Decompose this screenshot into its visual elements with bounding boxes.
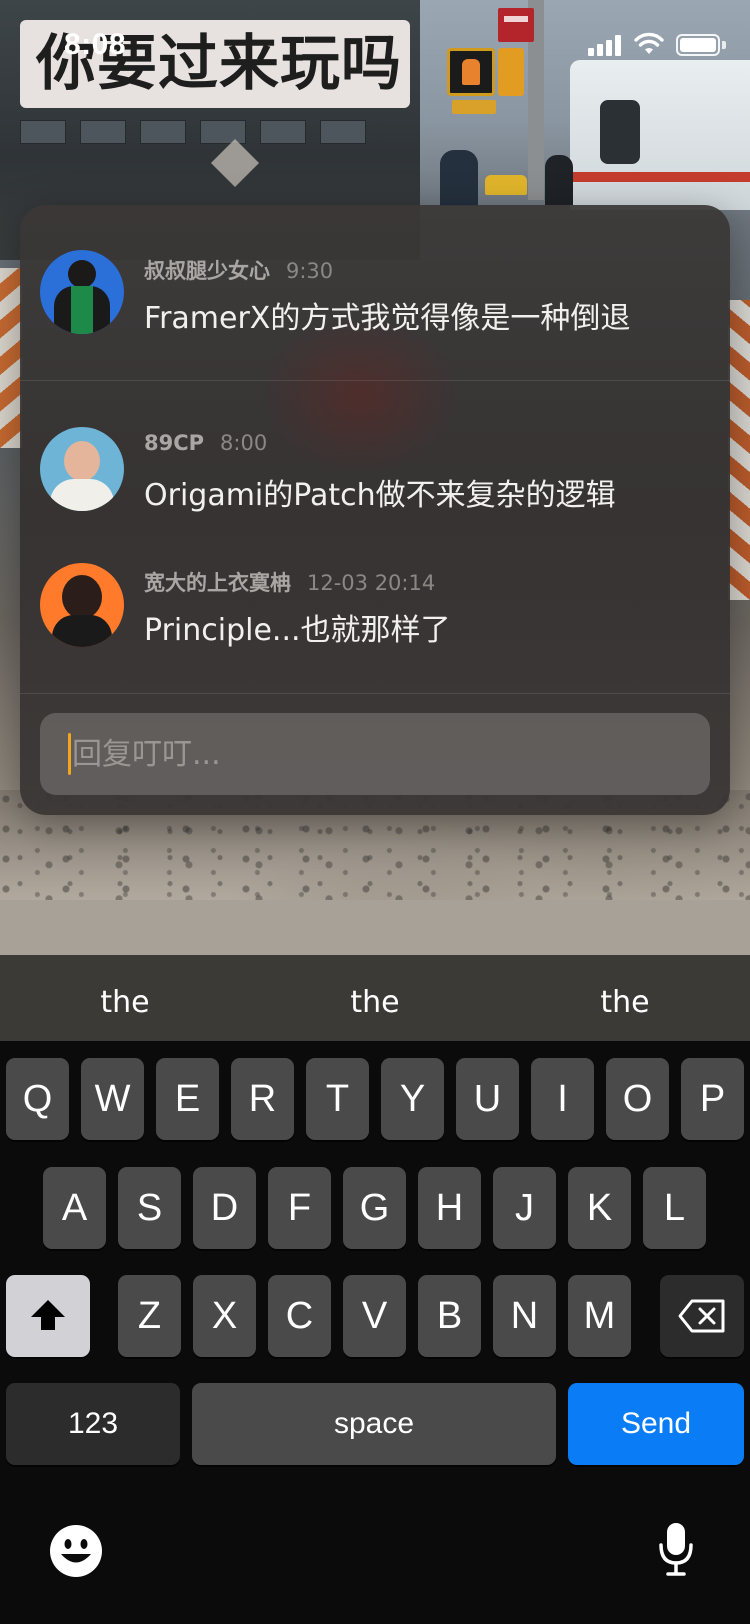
key-p[interactable]: P	[681, 1058, 744, 1140]
comment-author[interactable]: 叔叔腿少女心	[144, 259, 270, 283]
key-g[interactable]: G	[343, 1167, 406, 1249]
reply-field[interactable]	[40, 713, 710, 795]
key-h[interactable]: H	[418, 1167, 481, 1249]
numbers-key[interactable]: 123	[6, 1383, 180, 1465]
key-i[interactable]: I	[531, 1058, 594, 1140]
avatar[interactable]	[40, 563, 124, 647]
comment-time: 12-03 20:14	[307, 571, 436, 595]
key-w[interactable]: W	[81, 1058, 144, 1140]
backspace-key[interactable]	[660, 1275, 744, 1357]
emoji-icon[interactable]	[48, 1523, 104, 1579]
avatar[interactable]	[40, 427, 124, 511]
key-l[interactable]: L	[643, 1167, 706, 1249]
barrier	[728, 300, 750, 600]
suggestion-item[interactable]: the	[500, 955, 750, 1041]
key-j[interactable]: J	[493, 1167, 556, 1249]
backspace-icon	[678, 1299, 725, 1333]
key-k[interactable]: K	[568, 1167, 631, 1249]
shift-icon	[31, 1300, 65, 1330]
space-key[interactable]: space	[192, 1383, 556, 1465]
key-u[interactable]: U	[456, 1058, 519, 1140]
wifi-icon	[634, 32, 664, 54]
key-d[interactable]: D	[193, 1167, 256, 1249]
taxi	[485, 175, 527, 195]
avatar[interactable]	[40, 250, 124, 334]
comment-card: 叔叔腿少女心 9:30 FramerX的方式我觉得像是一种倒退 89CP 8:00 …	[20, 205, 730, 815]
shift-key[interactable]	[6, 1275, 90, 1357]
key-q[interactable]: Q	[6, 1058, 69, 1140]
comment-text: Principle...也就那样了	[144, 613, 451, 648]
keyboard: the the the QWERTYUIOP ASDFGHJKL ZXCVBNM 1…	[0, 955, 750, 1624]
barrier	[0, 268, 22, 448]
photo-bottom-strip	[0, 900, 750, 955]
text-caret	[68, 733, 71, 775]
key-n[interactable]: N	[493, 1275, 556, 1357]
key-a[interactable]: A	[43, 1167, 106, 1249]
key-c[interactable]: C	[268, 1275, 331, 1357]
key-y[interactable]: Y	[381, 1058, 444, 1140]
key-b[interactable]: B	[418, 1275, 481, 1357]
key-v[interactable]: V	[343, 1275, 406, 1357]
pedestrian	[440, 150, 478, 206]
key-e[interactable]: E	[156, 1058, 219, 1140]
comment-time: 9:30	[286, 259, 334, 283]
comment-author[interactable]: 宽大的上衣寞柟	[144, 571, 291, 595]
comment-text: FramerX的方式我觉得像是一种倒退	[144, 301, 631, 336]
status-bar: 8:08	[0, 0, 750, 90]
key-m[interactable]: M	[568, 1275, 631, 1357]
status-time: 8:08	[64, 28, 127, 61]
key-s[interactable]: S	[118, 1167, 181, 1249]
suggestion-bar: the the the	[0, 955, 750, 1041]
suggestion-item[interactable]: the	[0, 955, 250, 1041]
key-o[interactable]: O	[606, 1058, 669, 1140]
microphone-icon[interactable]	[658, 1521, 694, 1577]
key-z[interactable]: Z	[118, 1275, 181, 1357]
send-button[interactable]: Send	[568, 1383, 744, 1465]
reply-input[interactable]	[72, 713, 692, 795]
key-f[interactable]: F	[268, 1167, 331, 1249]
key-r[interactable]: R	[231, 1058, 294, 1140]
divider	[20, 380, 730, 381]
traffic-light-small	[452, 100, 496, 114]
comment-author[interactable]: 89CP	[144, 431, 204, 455]
comment-time: 8:00	[220, 431, 268, 455]
key-t[interactable]: T	[306, 1058, 369, 1140]
key-x[interactable]: X	[193, 1275, 256, 1357]
comment-text: Origami的Patch做不来复杂的逻辑	[144, 478, 616, 513]
battery-icon	[676, 34, 726, 56]
cellular-signal-icon	[588, 34, 624, 56]
divider	[20, 693, 730, 694]
pedestrian	[545, 155, 573, 205]
suggestion-item[interactable]: the	[250, 955, 500, 1041]
